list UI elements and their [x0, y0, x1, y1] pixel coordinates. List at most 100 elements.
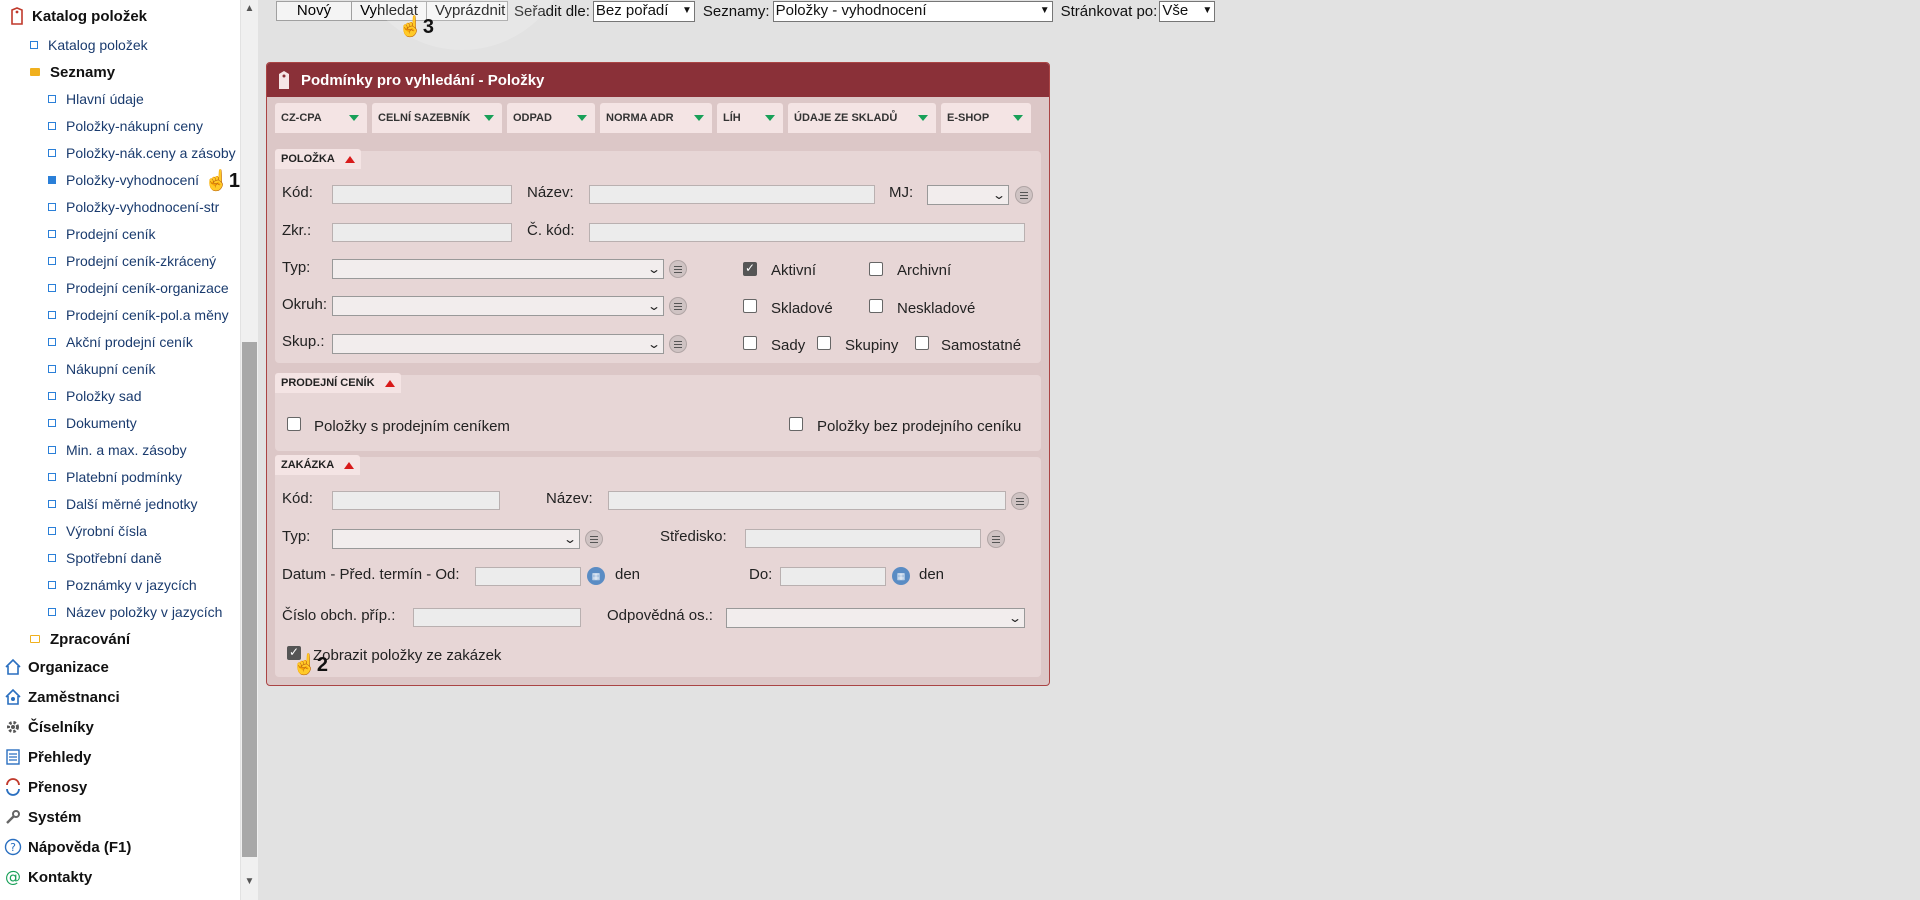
typ-label: Typ: — [282, 259, 311, 276]
section-zakazka-header[interactable]: ZAKÁZKA — [275, 455, 361, 475]
nazev-input[interactable] — [589, 185, 875, 204]
sidebar-item[interactable]: Prodejní ceník-organizace — [48, 275, 229, 301]
sidebar-item[interactable]: Položky-nákupní ceny — [48, 113, 203, 139]
typ-select[interactable]: ⌄ — [332, 259, 664, 279]
section-cenik-header[interactable]: PRODEJNÍ CENÍK — [275, 373, 401, 393]
list-icon — [992, 538, 1000, 540]
sidebar-item[interactable]: Poznámky v jazycích — [48, 572, 197, 598]
neskladove-label: Neskladové — [897, 300, 976, 317]
skladove-label: Skladové — [771, 300, 833, 317]
skladove-checkbox[interactable] — [743, 299, 757, 313]
tab-2[interactable]: ODPAD — [507, 103, 595, 133]
samostatne-checkbox[interactable] — [915, 336, 929, 350]
neskladove-checkbox[interactable] — [869, 299, 883, 313]
sidebar-item-label: Zpracování — [50, 630, 131, 648]
sidebar-item-label: Spotřební daně — [66, 550, 162, 566]
calendar-icon[interactable]: ▦ — [892, 567, 910, 585]
sidebar-module[interactable]: @ Kontakty — [4, 864, 92, 890]
sidebar-module[interactable]: Organizace — [4, 654, 109, 680]
new-button[interactable]: Nový — [276, 1, 352, 21]
mj-select[interactable]: ⌄ — [927, 185, 1009, 205]
kod-input[interactable] — [332, 185, 512, 204]
with-pricelist-checkbox[interactable] — [287, 417, 301, 431]
sidebar-item[interactable]: Platební podmínky — [48, 464, 182, 490]
zakazka-kod-input[interactable] — [332, 491, 500, 510]
sidebar-module[interactable]: Přenosy — [4, 774, 87, 800]
sidebar-item[interactable]: Spotřební daně — [48, 545, 162, 571]
sidebar-item[interactable]: Nákupní ceník — [48, 356, 156, 382]
datum-do-input[interactable] — [780, 567, 886, 586]
sidebar-module[interactable]: Systém — [4, 804, 81, 830]
sidebar-item[interactable]: Prodejní ceník-pol.a měny — [48, 302, 229, 328]
sidebar-item[interactable]: Zpracování — [30, 626, 130, 652]
typ-list-button[interactable] — [669, 260, 687, 278]
zakazka-typ-select[interactable]: ⌄ — [332, 529, 580, 549]
skupiny-label: Skupiny — [845, 337, 899, 354]
sidebar-item[interactable]: Položky sad — [48, 383, 141, 409]
zakazka-nazev-list-button[interactable] — [1011, 492, 1029, 510]
sidebar-item[interactable]: Název položky v jazycích — [48, 599, 222, 625]
sidebar-item[interactable]: Prodejní ceník — [48, 221, 156, 247]
sidebar-item[interactable]: Katalog položek — [30, 32, 148, 58]
datum-od-input[interactable] — [475, 567, 581, 586]
sady-checkbox[interactable] — [743, 336, 757, 350]
sidebar-item[interactable]: Hlavní údaje — [48, 86, 144, 112]
okruh-list-button[interactable] — [669, 297, 687, 315]
skup-select[interactable]: ⌄ — [332, 334, 664, 354]
sidebar-item[interactable]: Seznamy — [30, 59, 115, 85]
sidebar-item[interactable]: Položky-nák.ceny a zásoby — [48, 140, 236, 166]
samostatne-label: Samostatné — [941, 337, 1022, 354]
sidebar-item[interactable]: Výrobní čísla — [48, 518, 147, 544]
skupiny-checkbox[interactable] — [817, 336, 831, 350]
section-polozka-header[interactable]: POLOŽKA — [275, 149, 361, 169]
tab-0[interactable]: CZ-CPA — [275, 103, 367, 133]
cislo-input[interactable] — [413, 608, 581, 627]
tab-5[interactable]: ÚDAJE ZE SKLADŮ — [788, 103, 936, 133]
lists-select[interactable]: Položky - vyhodnocení ▼ — [772, 0, 1053, 22]
without-pricelist-checkbox[interactable] — [789, 417, 803, 431]
scroll-thumb[interactable] — [242, 342, 257, 857]
list-square-icon — [30, 41, 38, 49]
stredisko-input[interactable] — [745, 529, 981, 548]
mj-list-button[interactable] — [1015, 186, 1033, 204]
sidebar-module[interactable]: Přehledy — [4, 744, 91, 770]
zakazka-nazev-input[interactable] — [608, 491, 1006, 510]
scroll-up-icon[interactable]: ▲ — [241, 0, 258, 17]
sort-select[interactable]: Bez pořadí ▼ — [592, 0, 695, 22]
sidebar-item[interactable]: Akční prodejní ceník — [48, 329, 193, 355]
sidebar-module[interactable]: Číselníky — [4, 714, 94, 740]
sidebar-item[interactable]: Prodejní ceník-zkrácený — [48, 248, 216, 274]
odpovedna-select[interactable]: ⌄ — [726, 608, 1025, 628]
tab-3[interactable]: NORMA ADR — [600, 103, 712, 133]
den-do-label: den — [919, 566, 945, 583]
aktivni-checkbox[interactable] — [743, 261, 757, 276]
ckod-input[interactable] — [589, 223, 1025, 242]
tab-1[interactable]: CELNÍ SAZEBNÍK — [372, 103, 502, 133]
sidebar-root-katalog[interactable]: Katalog položek — [8, 3, 147, 29]
sidebar-module[interactable]: ? Nápověda (F1) — [4, 834, 131, 860]
sidebar-item[interactable]: Položky-vyhodnocení-str — [48, 194, 219, 220]
okruh-select[interactable]: ⌄ — [332, 296, 664, 316]
sidebar-module[interactable]: Zaměstnanci — [4, 684, 120, 710]
clear-button[interactable]: Vyprázdnit — [426, 1, 508, 21]
cislo-label: Číslo obch. příp.: — [282, 607, 396, 624]
tab-label: ODPAD — [513, 112, 552, 124]
sidebar-item[interactable]: Další měrné jednotky — [48, 491, 198, 517]
list-icon — [674, 305, 682, 307]
sidebar-item[interactable]: Položky-vyhodnocení — [48, 167, 199, 193]
sidebar-item[interactable]: Min. a max. zásoby — [48, 437, 187, 463]
scroll-down-icon[interactable]: ▼ — [241, 873, 258, 890]
list-square-icon — [48, 608, 56, 616]
sidebar-scrollbar[interactable]: ▲ ▼ — [241, 0, 258, 900]
calendar-icon[interactable]: ▦ — [587, 567, 605, 585]
zakazka-typ-list-button[interactable] — [585, 530, 603, 548]
skup-list-button[interactable] — [669, 335, 687, 353]
paging-select[interactable]: Vše ▼ — [1159, 0, 1216, 22]
tab-4[interactable]: LÍH — [717, 103, 783, 133]
tab-6[interactable]: E-SHOP — [941, 103, 1031, 133]
archivni-checkbox[interactable] — [869, 262, 883, 276]
list-square-icon — [48, 257, 56, 265]
stredisko-list-button[interactable] — [987, 530, 1005, 548]
zkr-input[interactable] — [332, 223, 512, 242]
sidebar-item[interactable]: Dokumenty — [48, 410, 137, 436]
